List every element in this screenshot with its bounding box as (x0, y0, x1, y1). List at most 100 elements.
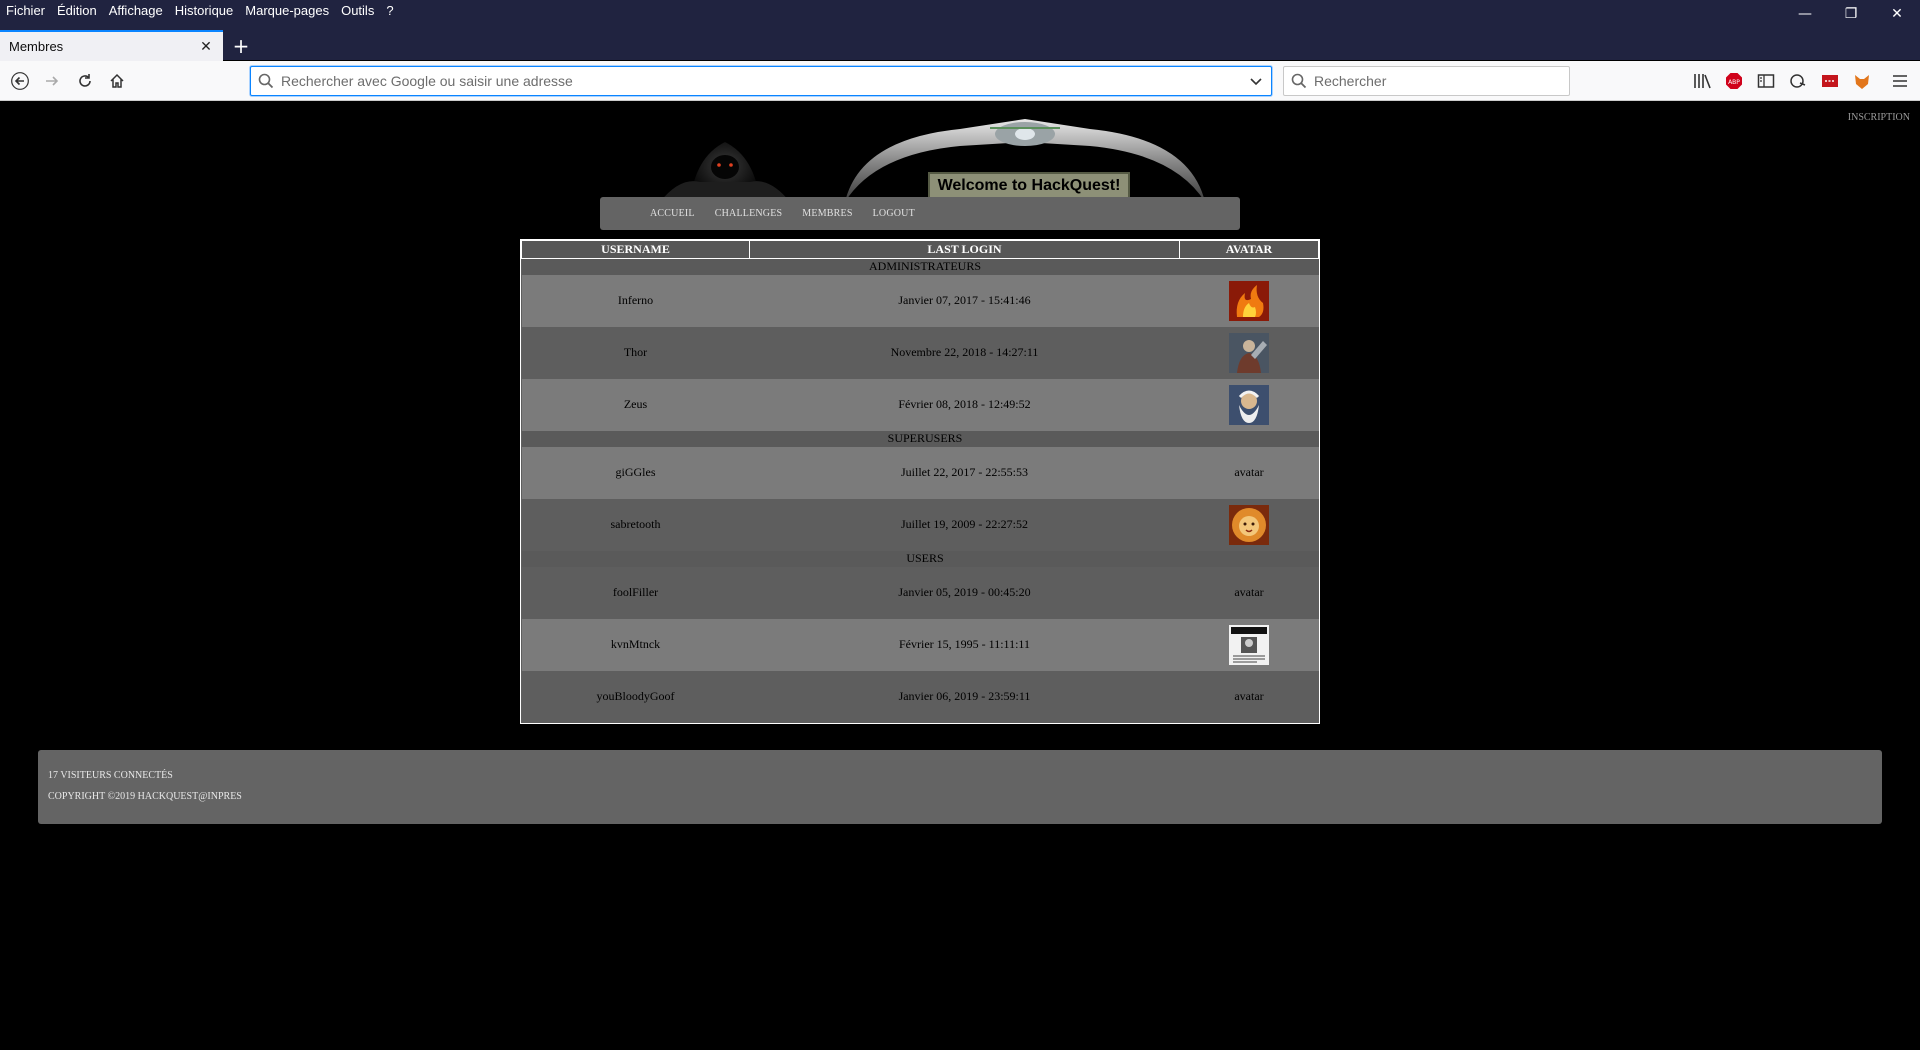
header-last-login[interactable]: LAST LOGIN (749, 240, 1180, 259)
chevron-down-icon[interactable] (1241, 74, 1271, 88)
last-login-cell: Février 15, 1995 - 11:11:11 (749, 618, 1180, 671)
members-table: USERNAME LAST LOGIN AVATAR ADMINISTRATEU… (520, 239, 1320, 724)
last-login-cell: Janvier 05, 2019 - 00:45:20 (749, 566, 1180, 619)
avatar-alt-text: avatar (1179, 566, 1319, 619)
group-header-row: SUPERUSERS (521, 430, 1319, 447)
reload-button[interactable] (71, 67, 99, 95)
new-tab-icon[interactable]: + (229, 34, 253, 58)
navigation-toolbar: ABP (0, 61, 1920, 101)
menu-historique[interactable]: Historique (175, 3, 234, 18)
svg-text:ABP: ABP (1728, 79, 1740, 86)
avatar-alt-text: avatar (1179, 446, 1319, 499)
thor-avatar-image (1229, 332, 1269, 373)
username-cell[interactable]: sabretooth (521, 498, 750, 551)
extension-icon[interactable] (1788, 71, 1808, 91)
site-banner: Welcome to HackQuest! (650, 114, 1210, 204)
tab-strip: Membres ✕ + (0, 30, 1920, 61)
menu-icon[interactable] (1890, 71, 1910, 91)
main-navigation: ACCUEIL CHALLENGES MEMBRES LOGOUT (600, 197, 1240, 230)
red-extension-icon[interactable] (1820, 71, 1840, 91)
copyright-text: COPYRIGHT ©2019 HACKQUEST@INPRES (48, 791, 242, 802)
last-login-cell: Janvier 07, 2017 - 15:41:46 (749, 274, 1180, 327)
back-arrow-icon (11, 72, 29, 90)
avatar-cell (1179, 274, 1319, 327)
table-row: kvnMtnck Février 15, 1995 - 11:11:11 (521, 618, 1319, 671)
fox-extension-icon[interactable] (1852, 71, 1872, 91)
table-row: Zeus Février 08, 2018 - 12:49:52 (521, 378, 1319, 431)
last-login-cell: Janvier 06, 2019 - 23:59:11 (749, 670, 1180, 723)
search-bar[interactable] (1283, 66, 1570, 96)
nav-logout[interactable]: LOGOUT (873, 208, 915, 219)
table-row: Thor Novembre 22, 2018 - 14:27:11 (521, 326, 1319, 379)
username-cell[interactable]: Inferno (521, 274, 750, 327)
lion-avatar-image (1229, 504, 1269, 545)
inscription-link[interactable]: INSCRIPTION (1848, 112, 1910, 123)
browser-chrome: Fichier Édition Affichage Historique Mar… (0, 0, 1920, 61)
hooded-hacker-image (660, 142, 790, 202)
menu-marque-pages[interactable]: Marque-pages (245, 3, 329, 18)
table-header-row: USERNAME LAST LOGIN AVATAR (521, 240, 1319, 259)
menu-outils[interactable]: Outils (341, 3, 374, 18)
search-icon (1284, 73, 1314, 89)
home-icon (110, 73, 124, 88)
menu-edition[interactable]: Édition (57, 3, 97, 18)
tab-membres[interactable]: Membres ✕ (0, 30, 223, 61)
table-row: giGGles Juillet 22, 2017 - 22:55:53 avat… (521, 446, 1319, 499)
minimize-icon[interactable]: — (1782, 0, 1828, 28)
last-login-cell: Juillet 22, 2017 - 22:55:53 (749, 446, 1180, 499)
avatar-alt-text: avatar (1179, 670, 1319, 723)
nav-membres[interactable]: MEMBRES (802, 208, 852, 219)
library-icon[interactable] (1692, 71, 1712, 91)
username-cell[interactable]: kvnMtnck (521, 618, 750, 671)
avatar-cell (1179, 618, 1319, 671)
restore-icon[interactable]: ❐ (1828, 0, 1874, 28)
table-row: Inferno Janvier 07, 2017 - 15:41:46 (521, 274, 1319, 327)
zeus-avatar-image (1229, 384, 1269, 425)
fire-avatar-image (1229, 280, 1269, 321)
avatar-cell (1179, 498, 1319, 551)
menu-affichage[interactable]: Affichage (109, 3, 163, 18)
menu-fichier[interactable]: Fichier (6, 3, 45, 18)
nav-challenges[interactable]: CHALLENGES (715, 208, 783, 219)
table-row: foolFiller Janvier 05, 2019 - 00:45:20 a… (521, 566, 1319, 619)
adblock-icon[interactable]: ABP (1724, 71, 1744, 91)
back-button[interactable] (6, 67, 34, 95)
home-button[interactable] (103, 67, 131, 95)
last-login-cell: Juillet 19, 2009 - 22:27:52 (749, 498, 1180, 551)
tab-title: Membres (9, 39, 64, 54)
username-cell[interactable]: Thor (521, 326, 750, 379)
group-header-row: USERS (521, 550, 1319, 567)
forward-button[interactable] (38, 67, 66, 95)
forward-arrow-icon (46, 76, 59, 86)
username-cell[interactable]: youBloodyGoof (521, 670, 750, 723)
group-header-row: ADMINISTRATEURS (521, 258, 1319, 275)
url-bar[interactable] (250, 66, 1272, 96)
url-input[interactable] (281, 73, 1241, 89)
avatar-cell (1179, 378, 1319, 431)
wanted-poster-avatar-image (1229, 624, 1269, 665)
table-row: youBloodyGoof Janvier 06, 2019 - 23:59:1… (521, 670, 1319, 723)
avatar-cell (1179, 326, 1319, 379)
site-footer: 17 VISITEURS CONNECTÉS COPYRIGHT ©2019 H… (38, 750, 1882, 824)
last-login-cell: Février 08, 2018 - 12:49:52 (749, 378, 1180, 431)
page-content: INSCRIPTION Welcome to HackQuest! ACCUEI… (0, 102, 1920, 1050)
window-controls: — ❐ ✕ (1782, 0, 1920, 28)
close-window-icon[interactable]: ✕ (1874, 0, 1920, 28)
group-title: USERS (521, 550, 1319, 567)
last-login-cell: Novembre 22, 2018 - 14:27:11 (749, 326, 1180, 379)
group-title: SUPERUSERS (521, 430, 1319, 447)
nav-accueil[interactable]: ACCUEIL (650, 208, 695, 219)
username-cell[interactable]: Zeus (521, 378, 750, 431)
username-cell[interactable]: giGGles (521, 446, 750, 499)
search-input[interactable] (1314, 73, 1569, 89)
visitors-count: 17 VISITEURS CONNECTÉS (48, 770, 173, 781)
username-cell[interactable]: foolFiller (521, 566, 750, 619)
search-icon (251, 73, 281, 89)
menu-help[interactable]: ? (386, 3, 393, 18)
header-avatar[interactable]: AVATAR (1179, 240, 1319, 259)
header-username[interactable]: USERNAME (521, 240, 750, 259)
sidebar-icon[interactable] (1756, 71, 1776, 91)
close-tab-icon[interactable]: ✕ (195, 36, 217, 58)
menu-bar: Fichier Édition Affichage Historique Mar… (0, 0, 406, 20)
welcome-banner-text: Welcome to HackQuest! (928, 172, 1130, 200)
